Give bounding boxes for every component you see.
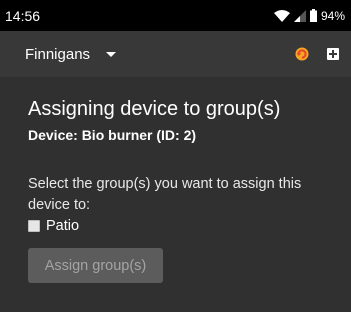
instruction-text: Select the group(s) you want to assign t… bbox=[28, 176, 302, 213]
refresh-icon[interactable] bbox=[295, 47, 309, 61]
status-icons: 94% bbox=[273, 8, 345, 23]
group-option-label: Patio bbox=[46, 218, 80, 234]
page-title: Assigning device to group(s) bbox=[28, 98, 281, 120]
battery-percent: 94% bbox=[320, 8, 345, 23]
wifi-icon bbox=[273, 9, 290, 22]
signal-icon bbox=[293, 9, 306, 22]
checkbox[interactable] bbox=[28, 220, 40, 232]
app-bar: Finnigans bbox=[0, 31, 351, 77]
group-selector-label: Finnigans bbox=[25, 45, 91, 63]
app-actions bbox=[295, 47, 339, 61]
assign-groups-button[interactable]: Assign group(s) bbox=[28, 248, 163, 283]
group-selector[interactable]: Finnigans bbox=[25, 45, 117, 63]
device-label: Device: Bio burner (ID: 2) bbox=[28, 127, 197, 143]
add-icon[interactable] bbox=[327, 48, 339, 60]
battery-icon bbox=[309, 9, 317, 22]
group-option-patio[interactable]: Patio bbox=[28, 218, 351, 234]
main-content: Assigning device to group(s) Device: Bio… bbox=[0, 77, 351, 312]
status-bar: 14:56 94% bbox=[0, 0, 351, 31]
chevron-down-icon bbox=[106, 51, 117, 57]
status-time: 14:56 bbox=[5, 7, 41, 24]
